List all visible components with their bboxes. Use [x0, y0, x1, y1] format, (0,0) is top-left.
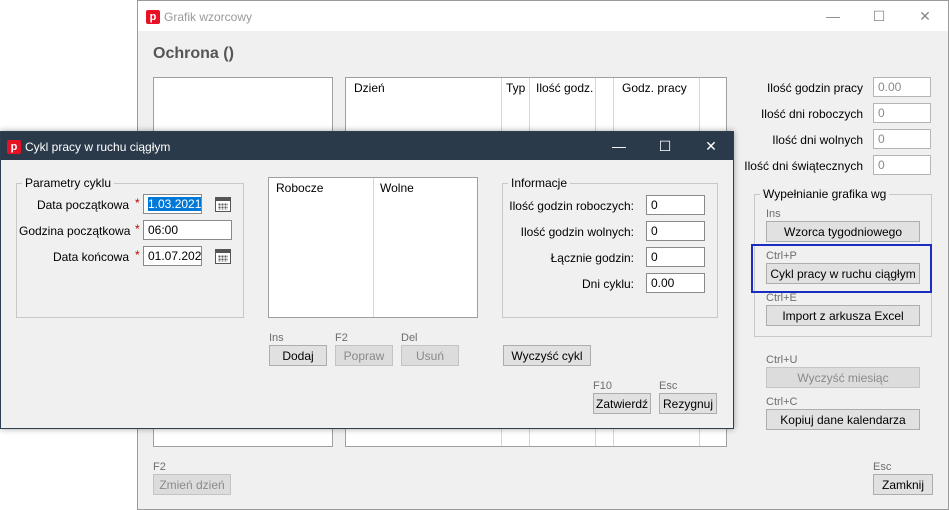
edit-button[interactable]: Popraw	[335, 345, 393, 366]
close-button[interactable]: Zamknij	[873, 474, 933, 495]
copy-calendar-button[interactable]: Kopiuj dane kalendarza	[766, 409, 920, 430]
info-label-freehours: Ilość godzin wolnych:	[520, 225, 634, 239]
hint-esc-back: Esc	[873, 461, 892, 473]
confirm-button[interactable]: Zatwierdź	[593, 393, 651, 414]
dialog-maximize-icon[interactable]: ☐	[642, 132, 688, 160]
col-header-day: Dzień	[354, 81, 385, 95]
dialog-titlebar: p Cykl pracy w ruchu ciągłym — ☐ ✕	[1, 132, 733, 160]
stat-label-workdays: Ilość dni roboczych	[760, 107, 863, 121]
info-label-workhours: Ilość godzin roboczych:	[509, 199, 634, 213]
start-date-input[interactable]: 1.03.2021	[143, 194, 202, 214]
col-header-type: Typ	[506, 81, 526, 95]
stat-workdays-field: 0	[873, 103, 931, 123]
info-cycle-days-field: 0.00	[646, 273, 705, 293]
col-header-work-hours: Godz. pracy	[622, 81, 687, 95]
hint-ins: Ins	[766, 208, 781, 220]
info-label-total: Łącznie godzin:	[550, 251, 634, 265]
hint-ctrl-e: Ctrl+E	[766, 292, 797, 304]
end-date-label: Data końcowa	[52, 250, 129, 264]
clear-cycle-button[interactable]: Wyczyść cykl	[503, 345, 591, 366]
stat-freedays-field: 0	[873, 129, 931, 149]
start-date-value: 1.03.2021	[148, 197, 202, 211]
hint-f2: F2	[335, 332, 348, 344]
stat-holidays-field: 0	[873, 155, 931, 175]
start-time-label: Godzina początkowa	[19, 224, 131, 238]
hint-del: Del	[401, 332, 418, 344]
excel-import-button[interactable]: Import z arkusza Excel	[766, 305, 920, 326]
add-button[interactable]: Dodaj	[269, 345, 327, 366]
stat-hours-field: 0.00	[873, 77, 931, 97]
continuous-cycle-button[interactable]: Cykl pracy w ruchu ciągłym	[766, 263, 920, 284]
hint-esc: Esc	[659, 380, 678, 392]
cycle-list[interactable]: Robocze Wolne	[268, 177, 478, 318]
end-date-input[interactable]: 01.07.2021	[143, 246, 202, 266]
stat-label-hours: Ilość godzin pracy	[766, 81, 863, 95]
dialog-title: Cykl pracy w ruchu ciągłym	[25, 140, 171, 154]
start-date-label: Data początkowa	[36, 198, 129, 212]
hint-ctrl-p: Ctrl+P	[766, 250, 797, 262]
dialog-close-icon[interactable]: ✕	[688, 132, 734, 160]
params-group-title: Parametry cyklu	[22, 176, 115, 190]
info-total-field: 0	[646, 247, 705, 267]
maximize-icon[interactable]: ☐	[856, 1, 902, 31]
stat-label-freedays: Ilość dni wolnych	[772, 133, 863, 147]
close-icon[interactable]: ✕	[902, 1, 948, 31]
app-logo-icon: p	[146, 10, 160, 24]
change-day-button[interactable]: Zmień dzień	[153, 474, 231, 495]
dialog-logo-icon: p	[7, 140, 21, 154]
required-mark: *	[135, 222, 140, 236]
minimize-icon[interactable]: —	[810, 1, 856, 31]
delete-button[interactable]: Usuń	[401, 345, 459, 366]
hint-ctrl-u: Ctrl+U	[766, 354, 798, 366]
info-workhours-field: 0	[646, 195, 705, 215]
stat-label-holidays: Ilość dni świątecznych	[744, 159, 863, 173]
weekly-pattern-button[interactable]: Wzorca tygodniowego	[766, 221, 920, 242]
calendar-icon[interactable]	[215, 197, 231, 212]
dialog-minimize-icon[interactable]: —	[596, 132, 642, 160]
list-divider	[373, 178, 374, 317]
start-time-input[interactable]: 06:00	[143, 220, 232, 240]
hint-f10: F10	[593, 380, 612, 392]
cycle-dialog: p Cykl pracy w ruchu ciągłym — ☐ ✕ Param…	[0, 131, 734, 429]
back-titlebar: p Grafik wzorcowy — ☐ ✕	[138, 1, 948, 31]
hint-f2-back: F2	[153, 461, 166, 473]
required-mark: *	[135, 248, 140, 262]
required-mark: *	[135, 196, 140, 210]
list-header-work: Robocze	[276, 181, 324, 195]
hint-ctrl-c: Ctrl+C	[766, 396, 798, 408]
list-header-free: Wolne	[380, 181, 414, 195]
info-label-cycle-days: Dni cyklu:	[581, 277, 634, 291]
page-title: Ochrona ()	[153, 45, 234, 62]
col-header-hours: Ilość godz.	[536, 81, 594, 95]
back-window-title: Grafik wzorcowy	[164, 10, 253, 24]
cancel-button[interactable]: Rezygnuj	[659, 393, 717, 414]
fill-group-title: Wypełnianie grafika wg	[760, 187, 890, 201]
clear-month-button[interactable]: Wyczyść miesiąc	[766, 367, 920, 388]
info-freehours-field: 0	[646, 221, 705, 241]
info-group-title: Informacje	[508, 176, 571, 190]
calendar-icon[interactable]	[215, 249, 231, 264]
hint-ins: Ins	[269, 332, 284, 344]
